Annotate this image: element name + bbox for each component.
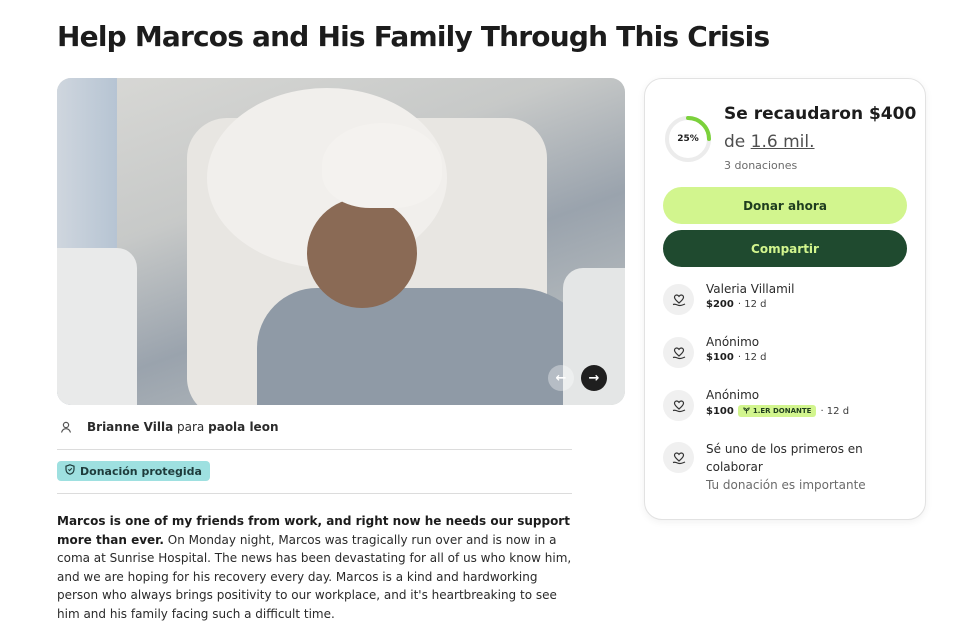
heart-hand-icon (663, 442, 694, 473)
share-button[interactable]: Compartir (663, 230, 907, 267)
beneficiary-name[interactable]: paola leon (208, 420, 278, 434)
gallery-prev-button[interactable]: ← (548, 365, 574, 391)
photo-background-detail (322, 123, 442, 208)
donor-name: Valeria Villamil (706, 282, 795, 296)
protected-donation-badge[interactable]: Donación protegida (57, 461, 210, 481)
donation-meta: $100 1.ER DONANTE · 12 d (706, 405, 849, 417)
heart-hand-icon (663, 390, 694, 421)
donation-time: · 12 d (737, 352, 767, 363)
donation-amount: $200 (706, 299, 734, 310)
sprout-icon (743, 407, 750, 416)
protected-badge-label: Donación protegida (80, 464, 202, 478)
heart-hand-icon (663, 337, 694, 368)
donation-item: Anónimo $100 · 12 d (663, 335, 923, 371)
donation-time: · 12 d (820, 405, 850, 417)
cta-subtitle: Tu donación es importante (706, 478, 866, 492)
goal-link[interactable]: 1.6 mil. (751, 132, 815, 152)
shield-icon (65, 464, 75, 478)
donor-name: Anónimo (706, 388, 760, 402)
donation-count: 3 donaciones (724, 159, 798, 172)
organizer-name[interactable]: Brianne Villa (87, 420, 173, 434)
goal-amount: de 1.6 mil. (724, 132, 815, 152)
heart-hand-icon (663, 284, 694, 315)
gallery-next-button[interactable]: → (581, 365, 607, 391)
arrow-left-icon: ← (555, 370, 567, 386)
donation-amount: $100 (706, 405, 734, 417)
donation-time: · 12 d (737, 299, 767, 310)
divider (57, 449, 572, 450)
photo-background-detail (307, 198, 417, 308)
arrow-right-icon: → (588, 370, 600, 386)
donation-amount: $100 (706, 352, 734, 363)
divider (57, 493, 572, 494)
donor-name: Anónimo (706, 335, 760, 349)
donate-cta-item: Sé uno de los primeros en colaborar Tu d… (663, 440, 923, 496)
goal-prefix: de (724, 132, 746, 152)
page-title: Help Marcos and His Family Through This … (57, 20, 770, 53)
organizer-connector: para (177, 420, 205, 434)
photo-background-detail (57, 248, 137, 405)
donation-item: Valeria Villamil $200 · 12 d (663, 282, 923, 318)
donate-button[interactable]: Donar ahora (663, 187, 907, 224)
cta-title: Sé uno de los primeros en colaborar (706, 442, 863, 474)
donation-meta: $100 · 12 d (706, 352, 766, 363)
donation-item: Anónimo $100 1.ER DONANTE · 12 d (663, 388, 923, 424)
amount-raised: Se recaudaron $400 (724, 104, 917, 124)
first-donor-label: 1.ER DONANTE (752, 407, 812, 415)
campaign-story: Marcos is one of my friends from work, a… (57, 512, 572, 624)
donation-meta: $200 · 12 d (706, 299, 766, 310)
photo-background-detail (257, 288, 597, 405)
first-donor-badge: 1.ER DONANTE (737, 405, 817, 417)
campaign-photo[interactable]: ← → (57, 78, 625, 405)
progress-percent: 25% (677, 134, 699, 144)
user-icon (57, 418, 75, 436)
organizer-line: Brianne Villa para paola leon (57, 418, 278, 436)
